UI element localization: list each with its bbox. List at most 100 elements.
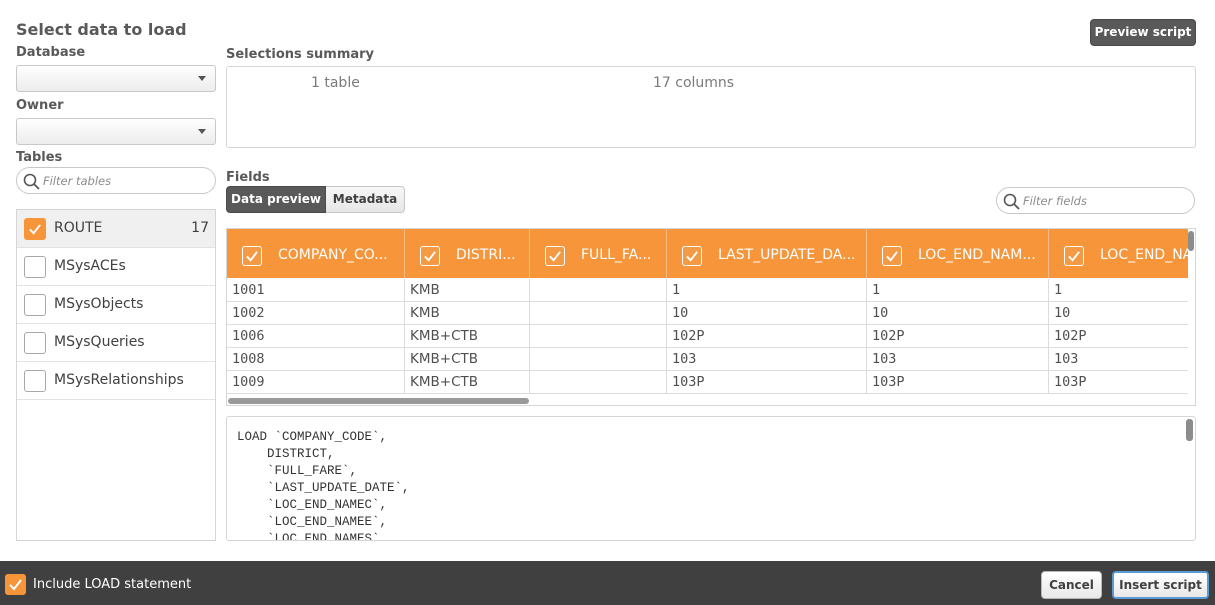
checkmark-icon xyxy=(549,251,561,262)
cancel-button[interactable]: Cancel xyxy=(1041,571,1102,599)
include-load-checkbox[interactable] xyxy=(5,574,26,595)
selections-summary-box: 1 table 17 columns xyxy=(226,66,1196,148)
summary-columns-count: 17 columns xyxy=(653,75,735,91)
grid-horizontal-scrollbar[interactable] xyxy=(228,398,529,404)
table-checkbox[interactable] xyxy=(24,332,46,354)
column-checkbox[interactable] xyxy=(545,246,565,266)
table-name: ROUTE xyxy=(54,220,103,236)
table-cell: 10 xyxy=(867,302,1049,325)
table-name: MSysACEs xyxy=(54,258,126,274)
table-list-item[interactable]: ROUTE 17 xyxy=(17,210,215,248)
table-list-item[interactable]: MSysRelationships xyxy=(17,362,215,400)
checkmark-icon xyxy=(246,251,258,262)
chevron-down-icon xyxy=(198,76,206,81)
script-line: LOAD `COMPANY_CODE`, xyxy=(237,430,388,444)
checkmark-icon xyxy=(9,579,22,591)
column-name: LAST_UPDATE_DA... xyxy=(718,247,856,263)
table-name: MSysQueries xyxy=(54,334,145,350)
table-cell: 1001 xyxy=(227,279,405,302)
table-row: 1002 KMB 10 10 10 xyxy=(227,302,1188,325)
filter-fields-search[interactable] xyxy=(996,187,1195,214)
table-list-item[interactable]: MSysQueries xyxy=(17,324,215,362)
script-preview-box[interactable]: LOAD `COMPANY_CODE`, DISTRICT, `FULL_FAR… xyxy=(226,416,1196,541)
column-name: LOC_END_NA xyxy=(1100,247,1188,263)
owner-dropdown[interactable] xyxy=(16,118,216,145)
column-name: LOC_END_NAM... xyxy=(918,247,1036,263)
tables-list: ROUTE 17 MSysACEs MSysObjects MSysQueries MSy… xyxy=(16,209,216,541)
table-cell: 102P xyxy=(867,325,1049,348)
column-checkbox[interactable] xyxy=(1064,246,1084,266)
script-line: `LOC_END_NAMEE`, xyxy=(237,515,388,529)
table-cell xyxy=(530,279,667,302)
include-load-label: Include LOAD statement xyxy=(33,577,192,592)
script-line: `LOC_END_NAMEC`, xyxy=(237,498,388,512)
table-cell: 102P xyxy=(1049,325,1188,348)
table-checkbox[interactable] xyxy=(24,370,46,392)
tab-data-preview[interactable]: Data preview xyxy=(226,186,326,213)
database-dropdown[interactable] xyxy=(16,65,216,92)
table-checkbox[interactable] xyxy=(24,218,46,240)
database-label: Database xyxy=(16,45,86,60)
column-checkbox[interactable] xyxy=(420,246,440,266)
insert-script-button[interactable]: Insert script xyxy=(1112,571,1209,599)
table-checkbox[interactable] xyxy=(24,256,46,278)
filter-tables-search[interactable] xyxy=(16,167,216,194)
checkmark-icon xyxy=(424,251,436,262)
data-preview-grid-body: COMPANY_CO... DISTRI... FULL_FA... LAST_UPD… xyxy=(227,229,1188,397)
table-list-item[interactable]: MSysObjects xyxy=(17,286,215,324)
grid-column-header[interactable]: LAST_UPDATE_DA... xyxy=(667,229,867,278)
table-name: MSysObjects xyxy=(54,296,144,312)
fields-tabs: Data preview Metadata xyxy=(226,186,406,213)
tab-metadata[interactable]: Metadata xyxy=(326,186,405,213)
script-line: `LAST_UPDATE_DATE`, xyxy=(237,481,410,495)
table-row: 1008 KMB+CTB 103 103 103 xyxy=(227,348,1188,371)
checkmark-icon xyxy=(1068,251,1080,262)
grid-column-header[interactable]: COMPANY_CO... xyxy=(227,229,405,278)
grid-column-header[interactable]: LOC_END_NAM... xyxy=(867,229,1049,278)
chevron-down-icon xyxy=(198,129,206,134)
table-cell xyxy=(530,325,667,348)
footer-bar: Include LOAD statement Cancel Insert scr… xyxy=(0,561,1215,605)
filter-tables-input[interactable] xyxy=(43,171,203,190)
column-checkbox[interactable] xyxy=(882,246,902,266)
script-line: DISTRICT, xyxy=(237,447,335,461)
table-cell: 103 xyxy=(667,348,867,371)
grid-column-header[interactable]: DISTRI... xyxy=(405,229,530,278)
table-cell: KMB+CTB xyxy=(405,348,530,371)
table-cell: 10 xyxy=(667,302,867,325)
checkmark-icon xyxy=(29,224,41,235)
grid-vertical-scrollbar[interactable] xyxy=(1188,231,1194,251)
table-cell: 1 xyxy=(867,279,1049,302)
table-cell: KMB+CTB xyxy=(405,371,530,394)
table-cell: 103P xyxy=(1049,371,1188,394)
filter-fields-input[interactable] xyxy=(1023,191,1183,210)
table-checkbox[interactable] xyxy=(24,294,46,316)
table-cell xyxy=(530,371,667,394)
table-cell: 1008 xyxy=(227,348,405,371)
table-cell: 1002 xyxy=(227,302,405,325)
table-list-item[interactable]: MSysACEs xyxy=(17,248,215,286)
column-checkbox[interactable] xyxy=(682,246,702,266)
summary-tables-count: 1 table xyxy=(311,75,360,91)
preview-script-button[interactable]: Preview script xyxy=(1090,19,1196,46)
grid-column-header[interactable]: LOC_END_NA xyxy=(1049,229,1188,278)
selections-summary-label: Selections summary xyxy=(226,47,375,62)
table-cell: 10 xyxy=(1049,302,1188,325)
table-column-count: 17 xyxy=(191,220,209,236)
script-vertical-scrollbar[interactable] xyxy=(1186,419,1193,441)
search-icon xyxy=(23,173,40,190)
grid-header-row: COMPANY_CO... DISTRI... FULL_FA... LAST_UPD… xyxy=(227,229,1188,278)
column-checkbox[interactable] xyxy=(242,246,262,266)
grid-column-header[interactable]: FULL_FA... xyxy=(530,229,667,278)
fields-label: Fields xyxy=(226,170,270,185)
table-cell: KMB+CTB xyxy=(405,325,530,348)
table-name: MSysRelationships xyxy=(54,372,184,388)
script-line: `LOC_END_NAMES`, xyxy=(237,532,388,541)
table-cell: 103P xyxy=(667,371,867,394)
column-name: FULL_FA... xyxy=(581,247,652,263)
owner-label: Owner xyxy=(16,98,64,113)
checkmark-icon xyxy=(686,251,698,262)
checkmark-icon xyxy=(886,251,898,262)
script-line: `FULL_FARE`, xyxy=(237,464,358,478)
table-cell: 1 xyxy=(667,279,867,302)
